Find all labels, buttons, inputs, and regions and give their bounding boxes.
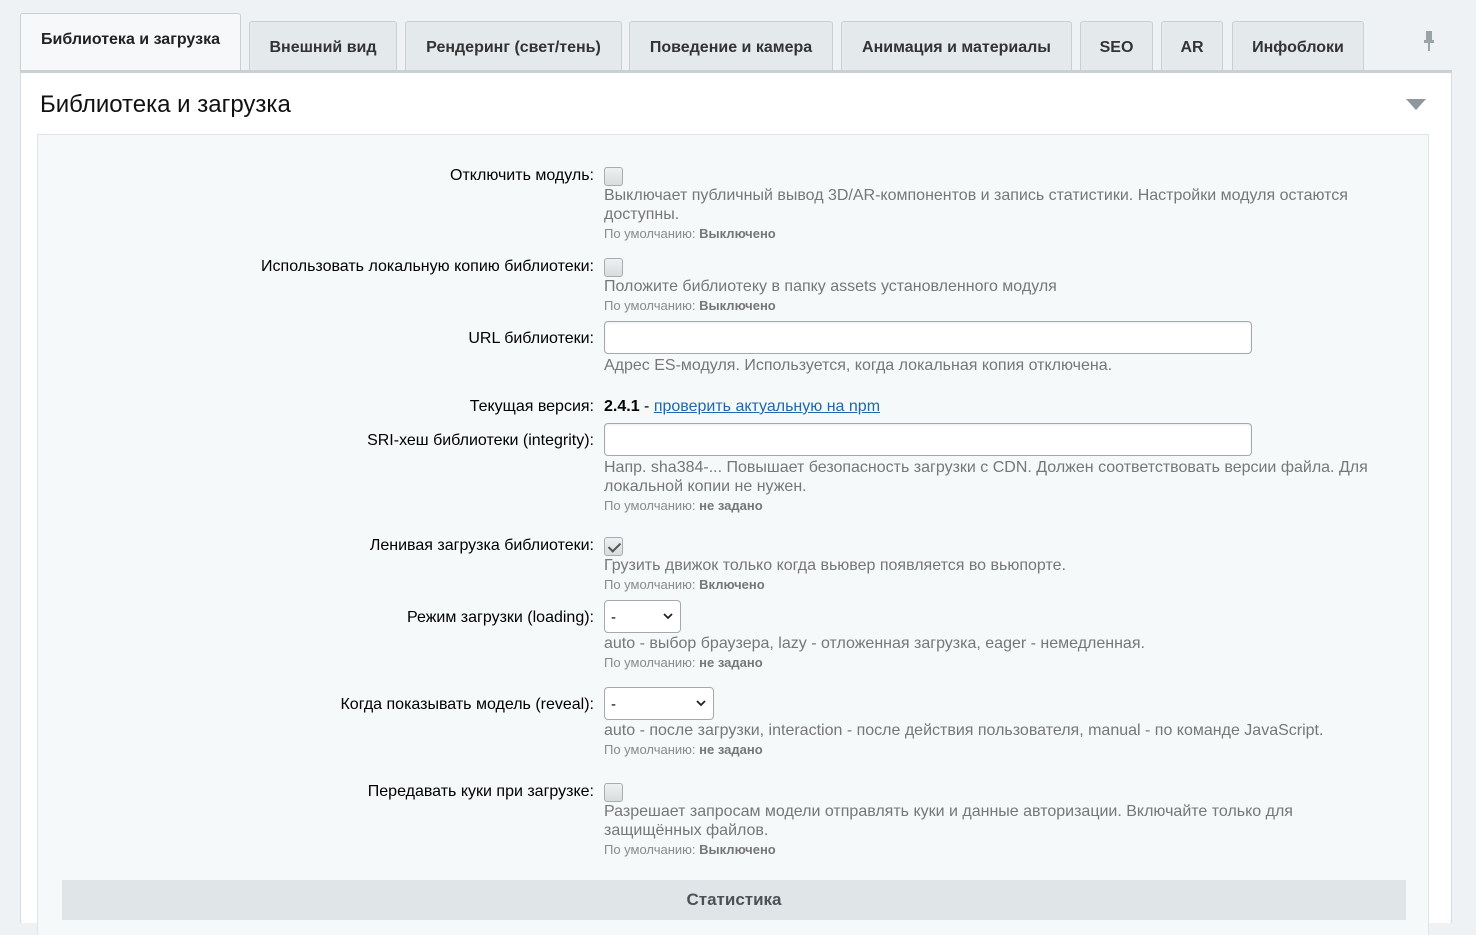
tab-appearance[interactable]: Внешний вид <box>249 21 397 74</box>
statistics-label: Статистика <box>686 890 782 909</box>
label-disable-module: Отключить модуль: <box>450 167 594 184</box>
field-local-copy: Положите библиотеку в папку assets устан… <box>604 258 1394 315</box>
collapse-triangle-icon[interactable] <box>1406 99 1426 111</box>
default-prefix: По умолчанию: <box>604 498 696 513</box>
tab-infoblocks[interactable]: Инфоблоки <box>1232 21 1364 74</box>
tab-ar[interactable]: AR <box>1161 21 1223 74</box>
label-with-credentials: Передавать куки при загрузке: <box>367 783 594 800</box>
default-prefix: По умолчанию: <box>604 742 696 757</box>
default-prefix: По умолчанию: <box>604 655 696 670</box>
default-lazy-load: По умолчанию: Включено <box>604 576 1394 594</box>
desc-with-credentials: Разрешает запросам модели отправлять кук… <box>604 803 1293 839</box>
settings-panel: Библиотека и загрузка Отключить модуль: … <box>20 73 1452 935</box>
default-value: не задано <box>699 742 763 757</box>
label-sri-hash: SRI-хеш библиотеки (integrity): <box>367 432 594 449</box>
label-local-copy: Использовать локальную копию библиотеки: <box>261 258 594 275</box>
default-loading-mode: По умолчанию: не задано <box>604 654 1394 672</box>
current-version-value: 2.4.1 <box>604 398 640 415</box>
desc-disable-module: Выключает публичный вывод 3D/AR-компонен… <box>604 187 1348 223</box>
default-reveal: По умолчанию: не задано <box>604 741 1394 759</box>
loading-mode-select[interactable]: - <box>604 600 681 633</box>
default-prefix: По умолчанию: <box>604 577 696 592</box>
pin-icon[interactable] <box>1421 29 1437 53</box>
default-sri-hash: По умолчанию: не задано <box>604 497 1394 515</box>
chevron-down-icon <box>663 613 673 620</box>
lazy-load-checkbox[interactable] <box>604 537 623 556</box>
label-loading-mode: Режим загрузки (loading): <box>407 609 594 626</box>
field-current-version: 2.4.1 - проверить актуальную на npm <box>604 398 1394 416</box>
chevron-down-icon <box>696 700 706 707</box>
field-sri-hash: Напр. sha384-... Повышает безопасность з… <box>604 423 1394 515</box>
default-value: не задано <box>699 655 763 670</box>
disable-module-checkbox[interactable] <box>604 167 623 186</box>
label-current-version: Текущая версия: <box>469 398 594 415</box>
loading-mode-selected: - <box>611 609 616 626</box>
desc-sri-hash: Напр. sha384-... Повышает безопасность з… <box>604 459 1368 495</box>
tab-animation-materials[interactable]: Анимация и материалы <box>841 21 1072 74</box>
default-with-credentials: По умолчанию: Выключено <box>604 841 1394 859</box>
field-reveal: - auto - после загрузки, interaction - п… <box>604 687 1394 759</box>
tab-seo[interactable]: SEO <box>1080 21 1153 74</box>
default-prefix: По умолчанию: <box>604 842 696 857</box>
default-value: Выключено <box>699 298 776 313</box>
field-lazy-load: Грузить движок только когда вьювер появл… <box>604 537 1394 594</box>
field-with-credentials: Разрешает запросам модели отправлять кук… <box>604 783 1394 859</box>
tab-behavior-camera[interactable]: Поведение и камера <box>629 21 833 74</box>
check-npm-version-link[interactable]: проверить актуальную на npm <box>654 398 880 415</box>
reveal-select[interactable]: - <box>604 687 714 720</box>
default-value: Выключено <box>699 226 776 241</box>
tab-library-loading[interactable]: Библиотека и загрузка <box>20 13 241 73</box>
label-library-url: URL библиотеки: <box>468 330 594 347</box>
desc-lazy-load: Грузить движок только когда вьювер появл… <box>604 557 1066 574</box>
form-area: Отключить модуль: Выключает публичный вы… <box>37 135 1429 935</box>
sri-hash-input[interactable] <box>604 423 1252 456</box>
tab-rendering[interactable]: Рендеринг (свет/тень) <box>405 21 622 74</box>
field-library-url: Адрес ES-модуля. Используется, когда лок… <box>604 321 1394 375</box>
desc-loading-mode: auto - выбор браузера, lazy - отложенная… <box>604 635 1145 652</box>
desc-reveal: auto - после загрузки, interaction - пос… <box>604 722 1324 739</box>
field-disable-module: Выключает публичный вывод 3D/AR-компонен… <box>604 167 1394 243</box>
library-url-input[interactable] <box>604 321 1252 354</box>
version-separator: - <box>644 398 650 415</box>
local-copy-checkbox[interactable] <box>604 258 623 277</box>
desc-local-copy: Положите библиотеку в папку assets устан… <box>604 278 1057 295</box>
default-prefix: По умолчанию: <box>604 226 696 241</box>
with-credentials-checkbox[interactable] <box>604 783 623 802</box>
default-disable-module: По умолчанию: Выключено <box>604 225 1394 243</box>
label-lazy-load: Ленивая загрузка библиотеки: <box>369 537 594 554</box>
statistics-section-header: Статистика <box>62 880 1406 920</box>
section-title: Библиотека и загрузка <box>40 91 291 118</box>
tab-bar: Библиотека и загрузка Внешний вид Рендер… <box>20 12 1452 74</box>
reveal-selected: - <box>611 696 616 713</box>
field-loading-mode: - auto - выбор браузера, lazy - отложенн… <box>604 600 1394 672</box>
default-prefix: По умолчанию: <box>604 298 696 313</box>
label-reveal: Когда показывать модель (reveal): <box>340 696 594 713</box>
default-value: Включено <box>699 577 765 592</box>
desc-library-url: Адрес ES-модуля. Используется, когда лок… <box>604 357 1113 374</box>
default-value: Выключено <box>699 842 776 857</box>
default-local-copy: По умолчанию: Выключено <box>604 297 1394 315</box>
default-value: не задано <box>699 498 763 513</box>
